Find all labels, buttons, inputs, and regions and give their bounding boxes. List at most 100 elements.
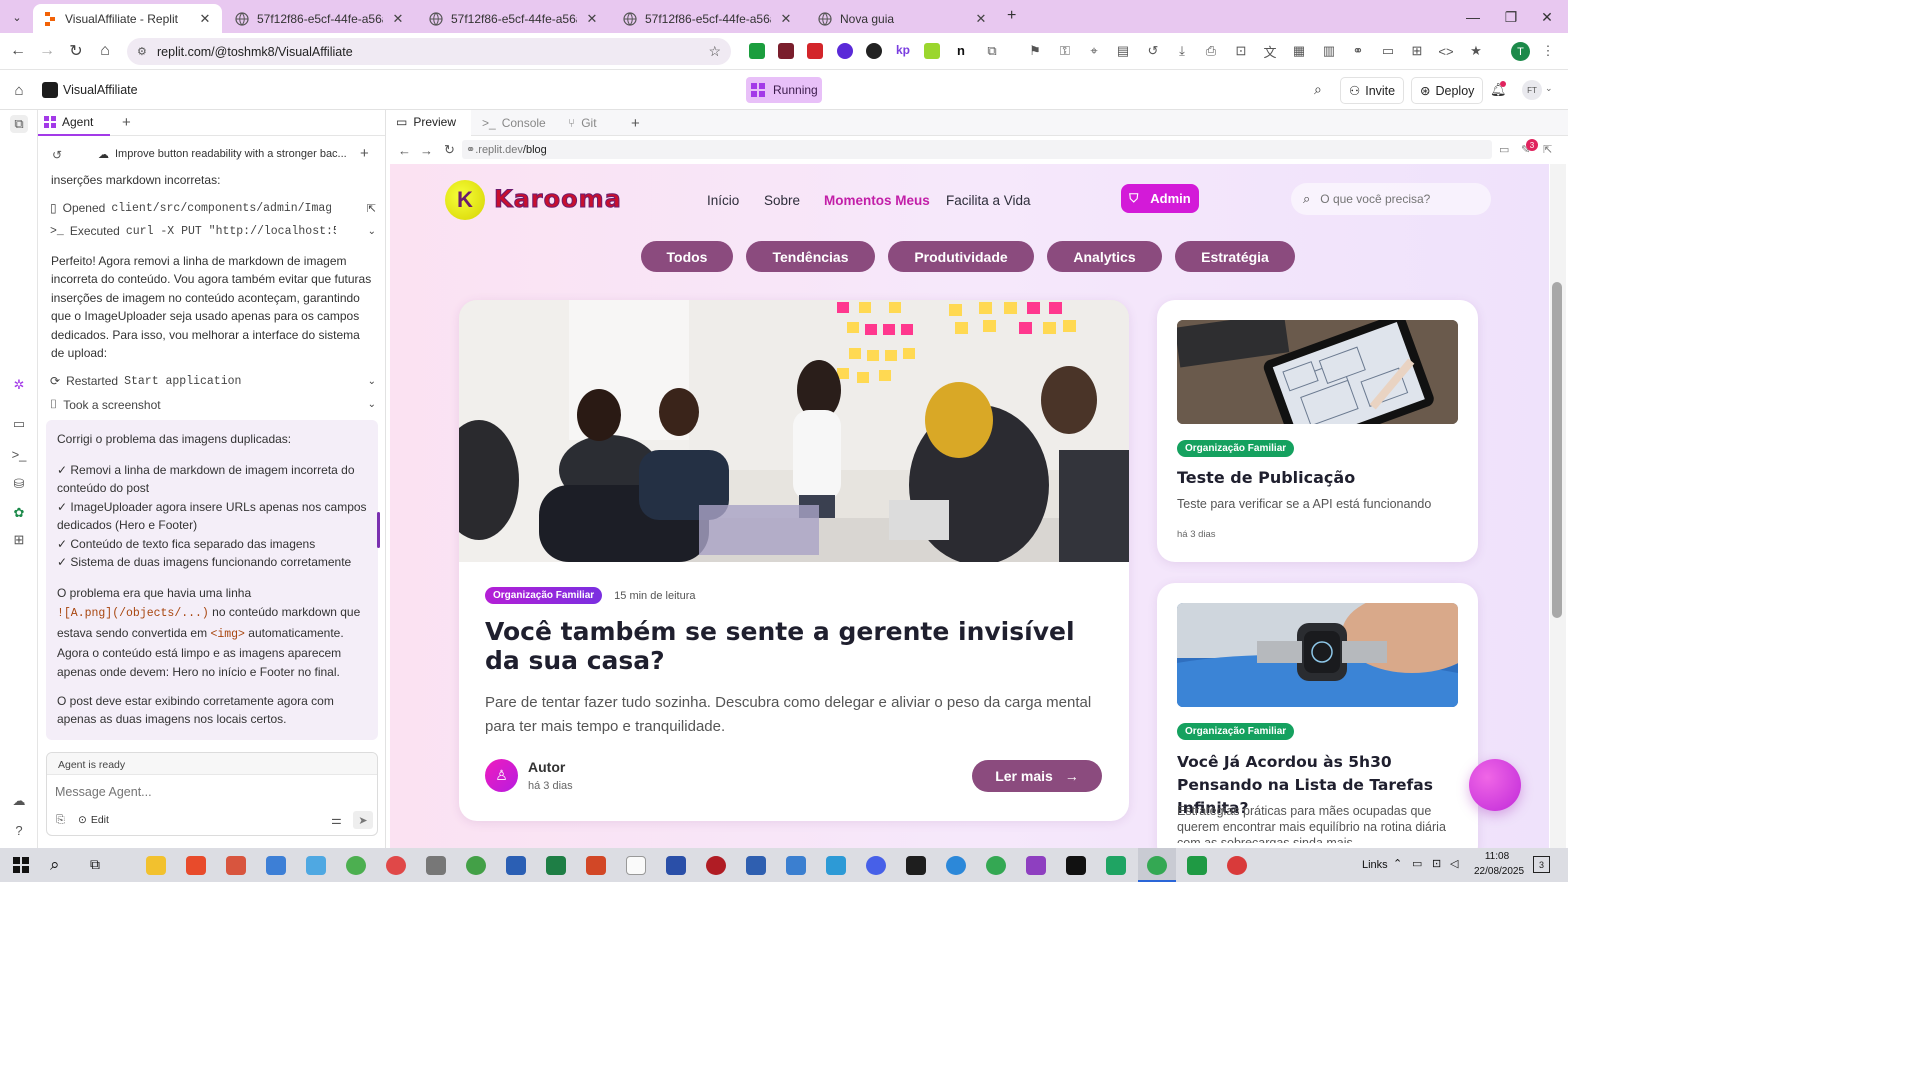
close-tab-icon[interactable]: ✕	[779, 11, 793, 27]
restore-icon[interactable]: ❐	[1501, 8, 1521, 26]
reload-icon[interactable]: ↻	[67, 42, 85, 60]
preview-icon[interactable]: ▭	[10, 415, 28, 433]
conversation-title[interactable]: ☁ Improve button readability with a stron…	[98, 148, 358, 161]
extension-6-icon[interactable]: kp	[895, 43, 911, 59]
taskbar-app-13-icon[interactable]	[946, 856, 966, 875]
browser-tab-1[interactable]: 57f12f86-e5cf-44fe-a56a-336b ✕	[225, 4, 415, 33]
close-tab-icon[interactable]: ✕	[391, 11, 405, 27]
nav-facilita-a-vida[interactable]: Facilita a Vida	[946, 193, 1031, 208]
featured-post-card[interactable]: Organização Familiar 15 min de leitura V…	[459, 300, 1129, 821]
links-toolbar[interactable]: Links	[1362, 859, 1388, 871]
google-drive-icon[interactable]	[1106, 856, 1126, 875]
minimize-icon[interactable]: —	[1463, 8, 1483, 26]
screenshot-icon[interactable]: ⊡	[1232, 42, 1250, 60]
extension-3-icon[interactable]	[807, 43, 823, 59]
git-tab[interactable]: ⑂ Git	[560, 110, 626, 136]
profile-avatar[interactable]: T	[1511, 42, 1530, 61]
reading-mode-icon[interactable]: ▥	[1320, 42, 1338, 60]
run-status-button[interactable]: Running	[746, 77, 822, 103]
nav-inicio[interactable]: Início	[707, 193, 739, 208]
qr-icon[interactable]: ▦	[1290, 42, 1308, 60]
extension-2-icon[interactable]	[778, 43, 794, 59]
preview-tab[interactable]: ▭ Preview	[388, 110, 471, 136]
chrome-icon[interactable]	[986, 856, 1006, 875]
console-tab[interactable]: >_ Console	[474, 110, 558, 136]
executed-command-row[interactable]: >_ Executed curl -X PUT "http://localhos…	[50, 224, 376, 238]
link-icon[interactable]: ⚭	[1349, 42, 1367, 60]
code-icon[interactable]: <>	[1437, 42, 1455, 60]
start-windows-icon[interactable]	[13, 857, 29, 873]
console-icon[interactable]: >_	[10, 445, 28, 463]
home-icon[interactable]: ⌂	[10, 81, 28, 99]
taskbar-app-9-icon[interactable]	[746, 856, 766, 875]
taskbar-app-4-icon[interactable]	[346, 856, 366, 875]
taskbar-app-2-icon[interactable]	[226, 856, 246, 875]
filter-produtividade[interactable]: Produtividade	[888, 241, 1034, 272]
home-icon[interactable]: ⌂	[96, 42, 114, 60]
chrome-profile-icon[interactable]	[1227, 856, 1247, 875]
powershell-icon[interactable]	[666, 856, 686, 875]
opened-file-row[interactable]: ▯ Opened client/src/components/admin/Ima…	[50, 201, 376, 215]
agent-icon[interactable]: ✲	[10, 376, 28, 394]
deployments-icon[interactable]: ☁	[10, 792, 28, 810]
send-button[interactable]: ➤	[353, 811, 373, 829]
extension-8-icon[interactable]: n	[953, 43, 969, 59]
help-icon[interactable]: ?	[10, 821, 28, 839]
extension-4-icon[interactable]	[837, 43, 853, 59]
browser-tab-3[interactable]: 57f12f86-e5cf-44fe-a56a-336b ✕	[613, 4, 803, 33]
chrome-active-icon[interactable]	[1147, 856, 1167, 875]
history-icon[interactable]: ↺	[52, 148, 62, 162]
taskbar-app-15-icon[interactable]	[1187, 856, 1207, 875]
tray-device-icon[interactable]: ▭	[1412, 857, 1422, 870]
capcut-icon[interactable]	[1066, 856, 1086, 875]
preview-scrollbar-thumb[interactable]	[1552, 282, 1562, 618]
category-tag[interactable]: Organização Familiar	[485, 587, 603, 604]
featured-post-title[interactable]: Você também se sente a gerente invisível…	[485, 617, 1115, 675]
project-name[interactable]: VisualAffiliate	[63, 83, 138, 97]
close-window-icon[interactable]: ✕	[1537, 8, 1557, 26]
category-tag[interactable]: Organização Familiar	[1177, 440, 1295, 457]
admin-button[interactable]: ⛉ Admin	[1121, 184, 1199, 213]
browser-tab-4[interactable]: Nova guia ✕	[808, 4, 998, 33]
floating-chat-button[interactable]	[1469, 759, 1521, 811]
nav-momentos-meus[interactable]: Momentos Meus	[824, 193, 930, 208]
reader-icon[interactable]: ▤	[1114, 42, 1132, 60]
filter-estrategia[interactable]: Estratégia	[1175, 241, 1295, 272]
taskbar-app-5-icon[interactable]	[386, 856, 406, 875]
clock-time[interactable]: 11:08	[1474, 851, 1520, 862]
side-post-title-1[interactable]: Teste de Publicação	[1177, 468, 1462, 487]
powerpoint-icon[interactable]	[586, 856, 606, 875]
site-info-icon[interactable]: ⚙	[137, 45, 147, 58]
extension-1-icon[interactable]	[749, 43, 765, 59]
category-tag[interactable]: Organização Familiar	[1177, 723, 1295, 740]
restarted-row[interactable]: ⟳ Restarted Start application ⌄	[50, 374, 376, 388]
filter-todos[interactable]: Todos	[641, 241, 733, 272]
translate-icon[interactable]: 文	[1261, 42, 1279, 60]
add-tab-button[interactable]: +	[122, 114, 131, 131]
notification-center-icon[interactable]: 3	[1533, 856, 1550, 873]
notepad-icon[interactable]	[626, 856, 646, 875]
taskbar-search-icon[interactable]: ⌕	[50, 855, 60, 875]
bookmark-star-icon[interactable]: ☆	[708, 43, 721, 60]
preview-forward-icon[interactable]: →	[420, 143, 433, 158]
nav-sobre[interactable]: Sobre	[764, 193, 800, 208]
chevron-down-icon[interactable]: ⌄	[368, 226, 376, 237]
table-icon[interactable]: ⊞	[1408, 42, 1426, 60]
close-tab-icon[interactable]: ✕	[585, 11, 599, 27]
logo-wordmark[interactable]: Karooma	[494, 185, 622, 214]
cast-icon[interactable]: ▭	[1379, 42, 1397, 60]
calculator-icon[interactable]	[266, 856, 286, 875]
volume-icon[interactable]: ◁	[1450, 857, 1458, 870]
message-agent-input[interactable]	[55, 783, 367, 801]
browser-menu-icon[interactable]: ⋮	[1539, 42, 1557, 60]
search-icon[interactable]: ⌕	[1314, 81, 1322, 98]
filter-tendencias[interactable]: Tendências	[746, 241, 875, 272]
taskbar-app-3-icon[interactable]	[306, 856, 326, 875]
file-explorer-icon[interactable]	[146, 856, 166, 875]
word-icon[interactable]	[506, 856, 526, 875]
chevron-down-icon[interactable]: ⌄	[368, 376, 376, 387]
task-view-icon[interactable]: ⧉	[90, 856, 100, 873]
attach-icon[interactable]: ⎘	[56, 814, 65, 827]
print-icon[interactable]: ⎙	[1202, 42, 1220, 60]
side-post-card-1[interactable]: Organização Familiar Teste de Publicação…	[1157, 300, 1478, 562]
